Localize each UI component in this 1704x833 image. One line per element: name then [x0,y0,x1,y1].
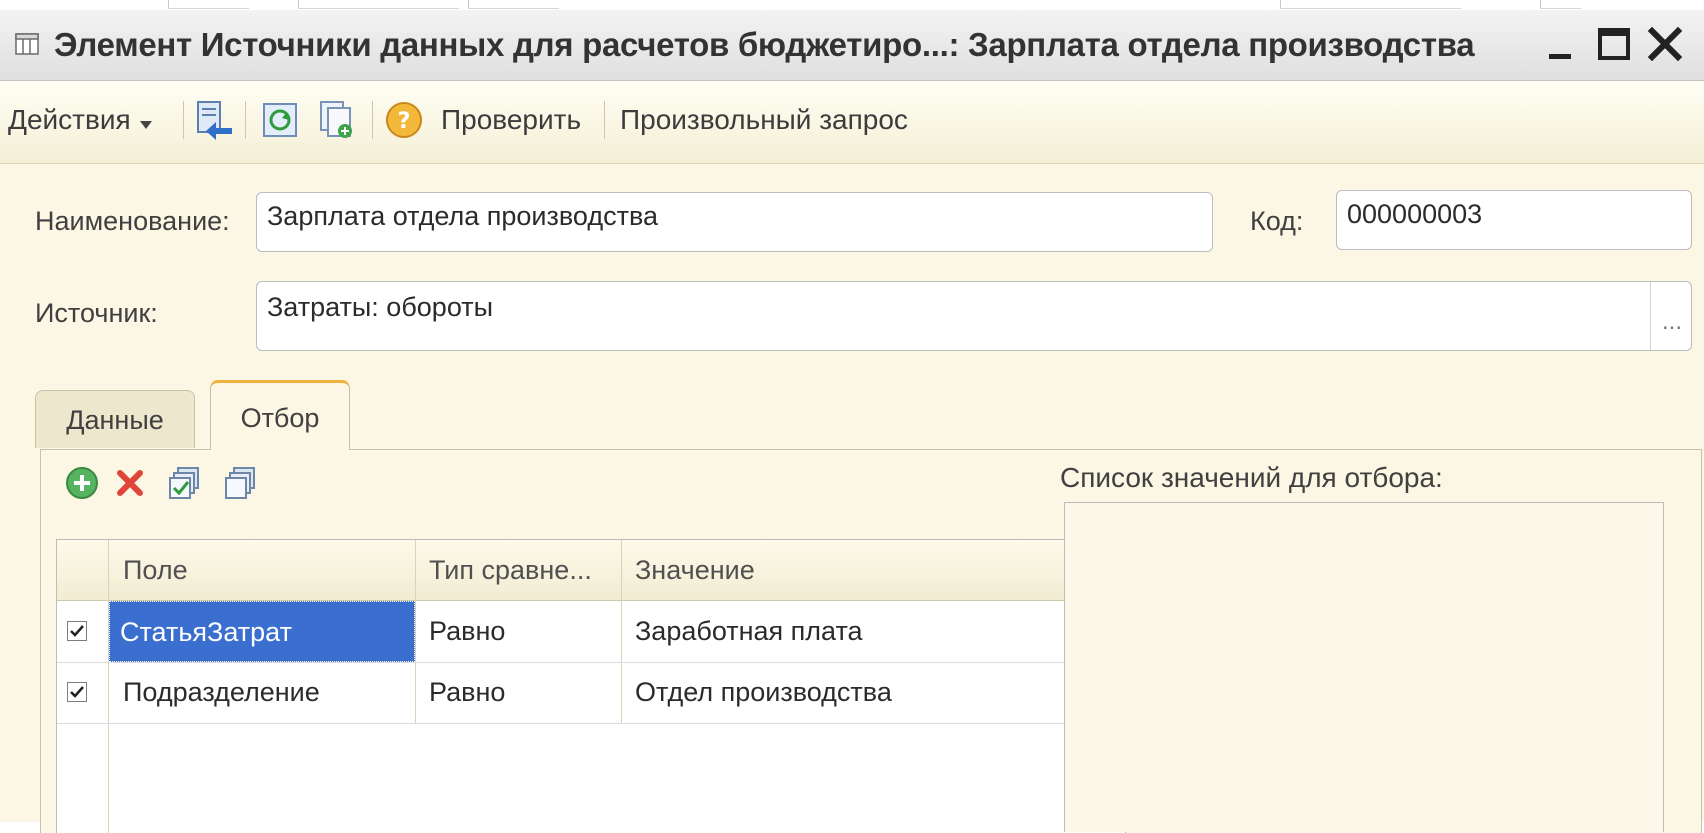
add-icon[interactable] [64,465,100,501]
delete-icon[interactable] [112,465,148,501]
row-checkbox[interactable] [67,682,87,702]
close-icon[interactable] [1645,24,1685,64]
custom-query-button[interactable]: Произвольный запрос [620,98,908,142]
row-checkbox[interactable] [67,621,87,641]
element-form-window: Элемент Источники данных для расчетов бю… [0,10,1704,833]
command-bar: Действия ? Проверить Произвольный запрос [0,81,1704,164]
row-field-cell[interactable]: Подразделение [123,662,413,723]
filter-table: Поле Тип сравне... Значение СтатьяЗатрат… [56,539,1126,833]
table-row[interactable]: Подразделение Равно Отдел производства [57,662,1125,724]
row-field-cell[interactable]: СтатьяЗатрат [109,601,415,662]
custom-query-label: Произвольный запрос [620,104,908,135]
window-title: Элемент Источники данных для расчетов бю… [54,26,1475,63]
import-icon[interactable] [192,98,236,142]
actions-menu-label: Действия [8,104,131,135]
name-field[interactable]: Зарплата отдела производства [256,192,1213,252]
column-header-comparison[interactable]: Тип сравне... [429,540,592,600]
source-label: Источник: [35,298,158,328]
actions-menu-button[interactable]: Действия [8,98,153,142]
check-button-label: Проверить [441,104,582,135]
name-label: Наименование: [35,206,230,236]
uncheck-all-icon[interactable] [222,465,258,501]
maximize-icon[interactable] [1595,24,1635,64]
tab-data[interactable]: Данные [35,390,195,448]
check-all-icon[interactable] [166,465,202,501]
svg-text:?: ? [398,109,411,134]
row-comparison-cell[interactable]: Равно [429,601,615,662]
code-field[interactable]: 000000003 [1336,190,1692,250]
checkmark-icon [70,686,84,698]
row-value-cell[interactable]: Заработная плата [635,601,1115,662]
table-form-icon [15,33,39,55]
values-list-label: Список значений для отбора: [1060,462,1443,493]
table-header: Поле Тип сравне... Значение [57,540,1125,601]
source-select-button[interactable]: ... [1650,282,1693,350]
table-row[interactable]: СтатьяЗатрат Равно Заработная плата [57,601,1125,663]
tab-filter[interactable]: Отбор [210,380,350,450]
background-window-strip [0,0,1704,10]
title-bar: Элемент Источники данных для расчетов бю… [0,10,1704,81]
checkmark-icon [70,625,84,637]
values-list[interactable] [1064,502,1664,832]
copy-icon[interactable] [315,98,359,142]
check-button[interactable]: Проверить [441,98,581,142]
minimize-icon[interactable] [1543,24,1583,64]
source-field[interactable]: Затраты: обороты [256,281,1692,351]
refresh-icon[interactable] [258,98,302,142]
row-value-cell[interactable]: Отдел производства [635,662,1115,723]
help-icon[interactable]: ? [382,98,426,142]
code-label: Код: [1250,206,1304,236]
column-header-field[interactable]: Поле [123,540,188,600]
column-header-value[interactable]: Значение [635,540,755,600]
row-comparison-cell[interactable]: Равно [429,662,615,723]
chevron-down-icon [140,120,153,129]
